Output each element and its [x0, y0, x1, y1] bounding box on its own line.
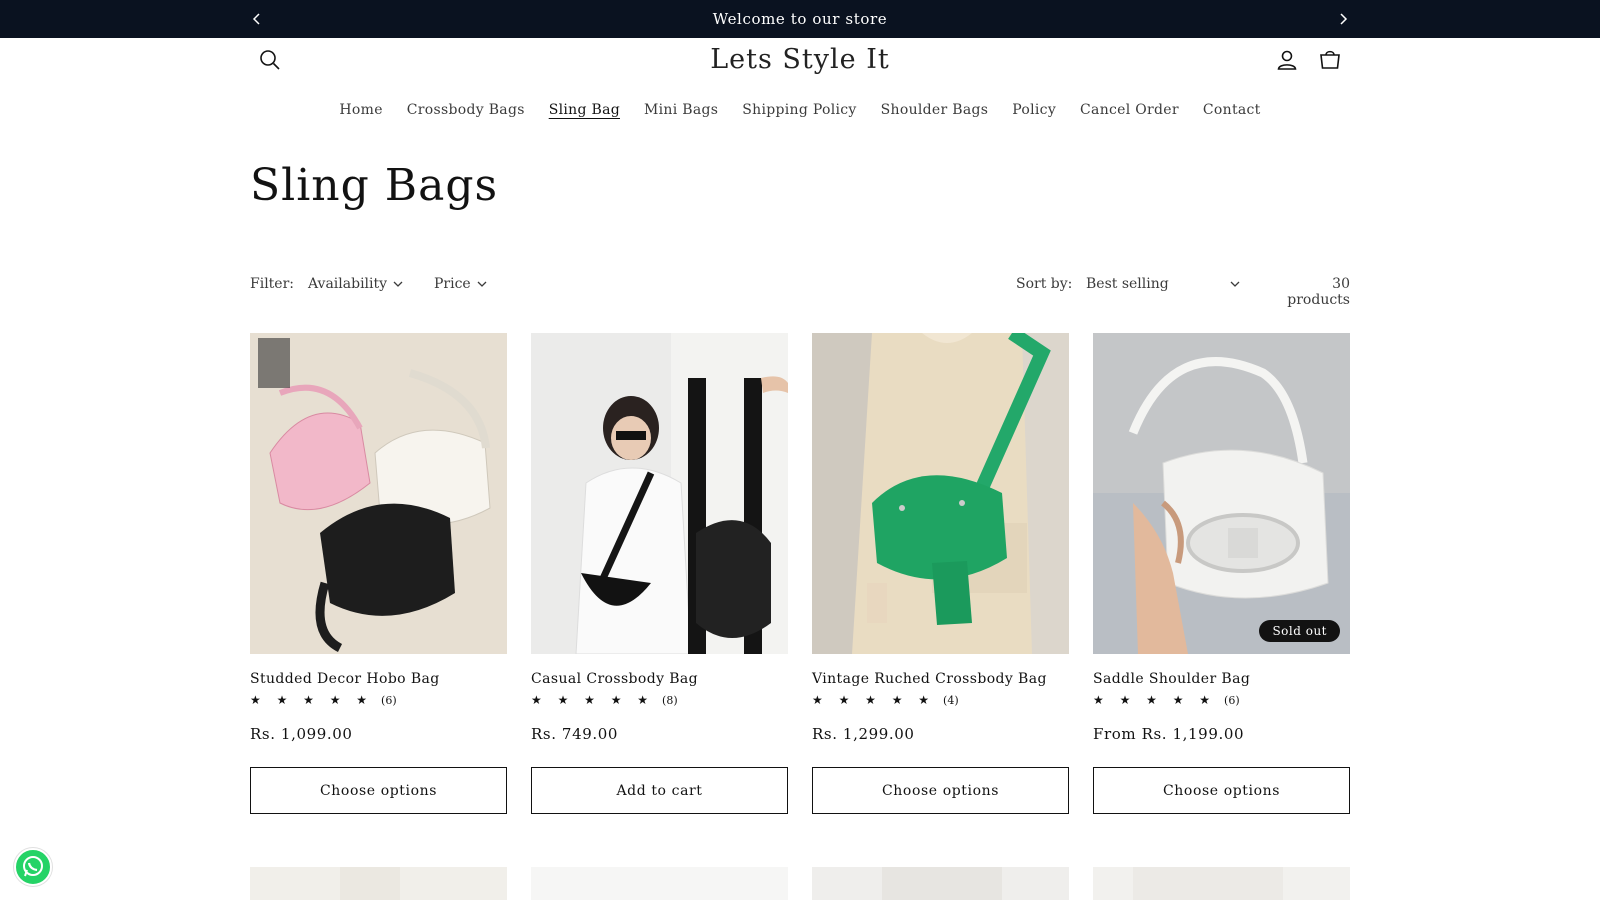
account-button[interactable]: [1275, 48, 1303, 76]
nav-item-cancel-order[interactable]: Cancel Order: [1080, 102, 1179, 118]
choose-options-button[interactable]: Choose options: [250, 767, 507, 814]
product-card: Casual Crossbody Bag ★ ★ ★ ★ ★ (8) Rs. 7…: [531, 333, 788, 814]
product-rating: ★ ★ ★ ★ ★ (6): [1093, 693, 1240, 707]
product-image[interactable]: [812, 333, 1069, 654]
product-image-partial[interactable]: [812, 867, 1069, 900]
product-card: Vintage Ruched Crossbody Bag ★ ★ ★ ★ ★ (…: [812, 333, 1069, 814]
choose-options-button[interactable]: Choose options: [812, 767, 1069, 814]
product-image-partial[interactable]: [531, 867, 788, 900]
announcement-next-button[interactable]: [1333, 9, 1353, 29]
choose-options-button[interactable]: Choose options: [1093, 767, 1350, 814]
rating-stars: ★ ★ ★ ★ ★: [1093, 693, 1217, 707]
product-image[interactable]: [250, 333, 507, 654]
whatsapp-chat-button[interactable]: [14, 848, 52, 886]
nav-item-shoulder-bags[interactable]: Shoulder Bags: [881, 102, 989, 118]
product-rating: ★ ★ ★ ★ ★ (6): [250, 693, 397, 707]
filter-bar: Filter: Availability Price Sort by: Best…: [250, 276, 1350, 308]
nav-item-mini-bags[interactable]: Mini Bags: [644, 102, 718, 118]
rating-stars: ★ ★ ★ ★ ★: [812, 693, 936, 707]
site-header: Lets Style It Home Crossbody Bags Sling …: [0, 38, 1600, 148]
product-image-partial[interactable]: [1093, 867, 1350, 900]
product-card: Sold out Saddle Shoulder Bag ★ ★ ★ ★ ★ (…: [1093, 333, 1350, 814]
nav-item-sling-bag[interactable]: Sling Bag: [549, 102, 620, 118]
sort-select[interactable]: Best selling: [1086, 276, 1240, 292]
product-price: Rs. 749.00: [531, 725, 619, 743]
product-price: From Rs. 1,199.00: [1093, 725, 1245, 743]
availability-filter[interactable]: Availability: [308, 276, 403, 292]
chevron-down-icon: [393, 281, 403, 287]
sort-value: Best selling: [1086, 276, 1169, 292]
product-title[interactable]: Casual Crossbody Bag: [531, 671, 698, 687]
product-rating: ★ ★ ★ ★ ★ (4): [812, 693, 959, 707]
main-nav: Home Crossbody Bags Sling Bag Mini Bags …: [0, 102, 1600, 118]
review-count: (8): [662, 693, 678, 707]
product-title[interactable]: Saddle Shoulder Bag: [1093, 671, 1250, 687]
cart-icon: [1320, 50, 1340, 69]
store-logo[interactable]: Lets Style It: [0, 44, 1600, 75]
product-title[interactable]: Studded Decor Hobo Bag: [250, 671, 440, 687]
product-image[interactable]: Sold out: [1093, 333, 1350, 654]
nav-item-crossbody-bags[interactable]: Crossbody Bags: [407, 102, 525, 118]
filter-label: Filter:: [250, 276, 294, 292]
product-rating: ★ ★ ★ ★ ★ (8): [531, 693, 678, 707]
product-card: Studded Decor Hobo Bag ★ ★ ★ ★ ★ (6) Rs.…: [250, 333, 507, 814]
nav-item-contact[interactable]: Contact: [1203, 102, 1261, 118]
product-title[interactable]: Vintage Ruched Crossbody Bag: [812, 671, 1047, 687]
account-icon: [1277, 50, 1297, 70]
rating-stars: ★ ★ ★ ★ ★: [531, 693, 655, 707]
whatsapp-icon: [23, 856, 43, 877]
product-count: 30 products: [1287, 276, 1350, 308]
nav-item-shipping-policy[interactable]: Shipping Policy: [742, 102, 856, 118]
cart-button[interactable]: [1318, 48, 1346, 76]
review-count: (6): [1224, 693, 1240, 707]
add-to-cart-button[interactable]: Add to cart: [531, 767, 788, 814]
review-count: (6): [381, 693, 397, 707]
product-price: Rs. 1,299.00: [812, 725, 915, 743]
nav-item-home[interactable]: Home: [339, 102, 382, 118]
product-image[interactable]: [531, 333, 788, 654]
review-count: (4): [943, 693, 959, 707]
chevron-down-icon: [1230, 281, 1240, 287]
product-price: Rs. 1,099.00: [250, 725, 353, 743]
chevron-down-icon: [477, 281, 487, 287]
sort-label: Sort by:: [1016, 276, 1073, 292]
price-filter[interactable]: Price: [434, 276, 487, 292]
price-filter-label: Price: [434, 276, 471, 292]
chevron-right-icon: [1340, 13, 1348, 25]
sold-out-badge: Sold out: [1259, 620, 1340, 642]
availability-filter-label: Availability: [308, 276, 388, 292]
rating-stars: ★ ★ ★ ★ ★: [250, 693, 374, 707]
announcement-message: Welcome to our store: [712, 10, 888, 28]
announcement-bar: Welcome to our store: [0, 0, 1600, 38]
product-image-partial[interactable]: [250, 867, 507, 900]
nav-item-policy[interactable]: Policy: [1012, 102, 1056, 118]
collection-title: Sling Bags: [250, 160, 499, 211]
